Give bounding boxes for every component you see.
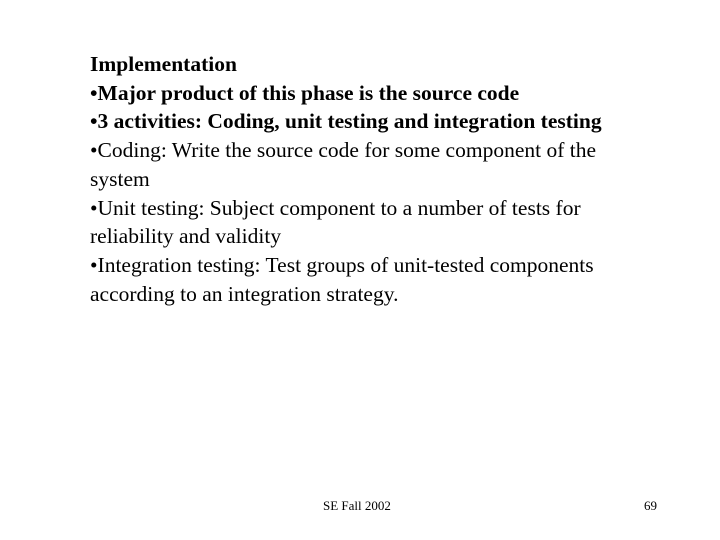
bullet-item: •Major product of this phase is the sour…: [90, 79, 690, 108]
bullet-icon: •: [90, 138, 98, 163]
bullet-text-continued: according to an integration strategy.: [90, 281, 399, 306]
bullet-item: •Integration testing: Test groups of uni…: [90, 251, 690, 308]
bullet-text-continued: system: [90, 166, 150, 191]
slide-title: Implementation: [90, 52, 237, 76]
footer-course: SE Fall 2002: [323, 498, 391, 513]
bullet-text: Coding: Write the source code for some c…: [97, 138, 597, 163]
slide: Implementation •Major product of this ph…: [0, 0, 720, 540]
slide-body: Implementation •Major product of this ph…: [90, 50, 690, 308]
footer-page-number: 69: [644, 498, 657, 513]
bullet-icon: •: [90, 252, 98, 277]
bullet-item: •Unit testing: Subject component to a nu…: [90, 194, 690, 251]
bullet-text-continued: reliability and validity: [90, 224, 282, 249]
bullet-icon: •: [90, 195, 98, 220]
bullet-text: Unit testing: Subject component to a num…: [97, 195, 581, 220]
bullet-icon: •: [90, 80, 98, 105]
bullet-icon: •: [90, 109, 98, 134]
bullet-text: Major product of this phase is the sourc…: [97, 80, 520, 105]
bullet-text: 3 activities: Coding, unit testing and i…: [97, 109, 602, 134]
bullet-text: Integration testing: Test groups of unit…: [97, 252, 594, 277]
bullet-item: •Coding: Write the source code for some …: [90, 136, 690, 193]
bullet-item: •3 activities: Coding, unit testing and …: [90, 107, 690, 136]
